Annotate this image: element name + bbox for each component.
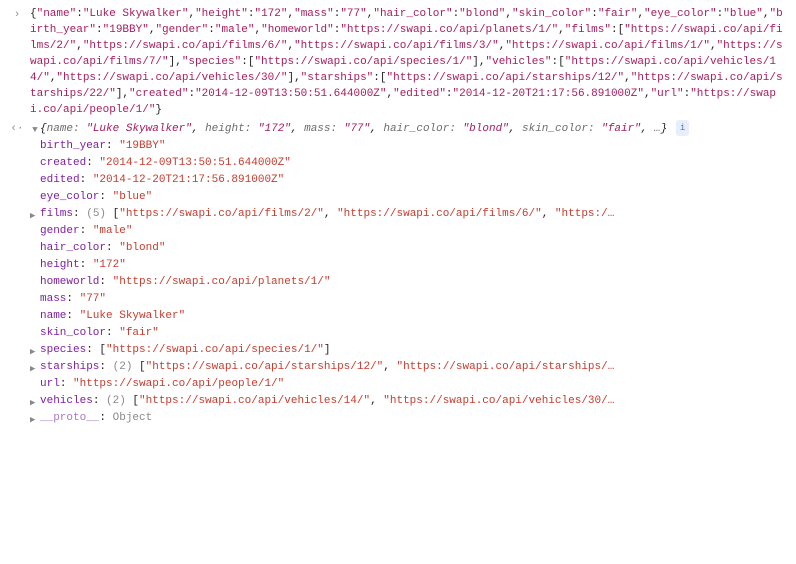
object-summary-line[interactable]: {name: "Luke Skywalker", height: "172", … — [40, 120, 792, 137]
property-row: name: "Luke Skywalker" — [4, 308, 792, 325]
property-value: (5) ["https://swapi.co/api/films/2/", "h… — [86, 208, 614, 220]
property-value: "172" — [93, 259, 126, 271]
output-indicator-icon: ‹· — [4, 120, 30, 137]
property-value: ["https://swapi.co/api/species/1/"] — [99, 344, 330, 356]
property-key: starships — [40, 361, 99, 373]
property-row: url: "https://swapi.co/api/people/1/" — [4, 376, 792, 393]
property-key: url — [40, 378, 60, 390]
expand-toggle-icon[interactable]: ▶ — [30, 208, 35, 223]
info-badge: i — [676, 120, 689, 136]
property-key: name — [40, 310, 66, 322]
property-row[interactable]: ▶starships: (2) ["https://swapi.co/api/s… — [4, 359, 792, 376]
property-row: birth_year: "19BBY" — [4, 138, 792, 155]
property-value: "https://swapi.co/api/people/1/" — [73, 378, 284, 390]
property-value: "77" — [80, 293, 106, 305]
property-row: created: "2014-12-09T13:50:51.644000Z" — [4, 155, 792, 172]
property-key: birth_year — [40, 140, 106, 152]
input-prompt-icon: › — [4, 6, 30, 23]
property-row: height: "172" — [4, 257, 792, 274]
property-row[interactable]: ▶species: ["https://swapi.co/api/species… — [4, 342, 792, 359]
expand-toggle-icon[interactable]: ▶ — [30, 344, 35, 359]
property-key: gender — [40, 225, 80, 237]
property-row: hair_color: "blond" — [4, 240, 792, 257]
property-row[interactable]: ▶vehicles: (2) ["https://swapi.co/api/ve… — [4, 393, 792, 410]
property-value: (2) ["https://swapi.co/api/vehicles/14/"… — [106, 395, 614, 407]
proto-value: Object — [113, 412, 153, 424]
property-row: eye_color: "blue" — [4, 189, 792, 206]
property-key: vehicles — [40, 395, 93, 407]
property-value: "male" — [93, 225, 133, 237]
proto-row[interactable]: ▶ __proto__: Object — [4, 410, 792, 427]
property-key: hair_color — [40, 242, 106, 254]
property-key: mass — [40, 293, 66, 305]
raw-json-text: {"name":"Luke Skywalker","height":"172",… — [30, 6, 792, 118]
property-key: height — [40, 259, 80, 271]
property-value: "fair" — [119, 327, 159, 339]
property-key: homeworld — [40, 276, 99, 288]
property-key: eye_color — [40, 191, 99, 203]
expand-toggle-icon[interactable]: ▶ — [30, 395, 35, 410]
property-row: gender: "male" — [4, 223, 792, 240]
expand-toggle-icon[interactable]: ▶ — [30, 412, 35, 427]
property-value: "Luke Skywalker" — [80, 310, 186, 322]
property-row: mass: "77" — [4, 291, 792, 308]
property-value: (2) ["https://swapi.co/api/starships/12/… — [113, 361, 615, 373]
object-property-list: birth_year: "19BBY"created: "2014-12-09T… — [4, 138, 792, 410]
proto-key: __proto__ — [40, 412, 99, 424]
collapse-toggle-icon[interactable]: ▼ — [30, 120, 40, 138]
property-key: created — [40, 157, 86, 169]
property-key: species — [40, 344, 86, 356]
property-value: "2014-12-20T21:17:56.891000Z" — [93, 174, 284, 186]
property-row: edited: "2014-12-20T21:17:56.891000Z" — [4, 172, 792, 189]
property-key: skin_color — [40, 327, 106, 339]
console-output-row: ‹· ▼ {name: "Luke Skywalker", height: "1… — [4, 120, 792, 138]
property-value: "19BBY" — [119, 140, 165, 152]
console-input-row: › {"name":"Luke Skywalker","height":"172… — [4, 6, 792, 118]
property-value: "blond" — [119, 242, 165, 254]
property-row: homeworld: "https://swapi.co/api/planets… — [4, 274, 792, 291]
property-value: "https://swapi.co/api/planets/1/" — [113, 276, 331, 288]
property-key: edited — [40, 174, 80, 186]
property-key: films — [40, 208, 73, 220]
property-row: skin_color: "fair" — [4, 325, 792, 342]
property-value: "2014-12-09T13:50:51.644000Z" — [99, 157, 290, 169]
property-row[interactable]: ▶films: (5) ["https://swapi.co/api/films… — [4, 206, 792, 223]
expand-toggle-icon[interactable]: ▶ — [30, 361, 35, 376]
property-value: "blue" — [113, 191, 153, 203]
console-panel: › {"name":"Luke Skywalker","height":"172… — [0, 0, 796, 433]
